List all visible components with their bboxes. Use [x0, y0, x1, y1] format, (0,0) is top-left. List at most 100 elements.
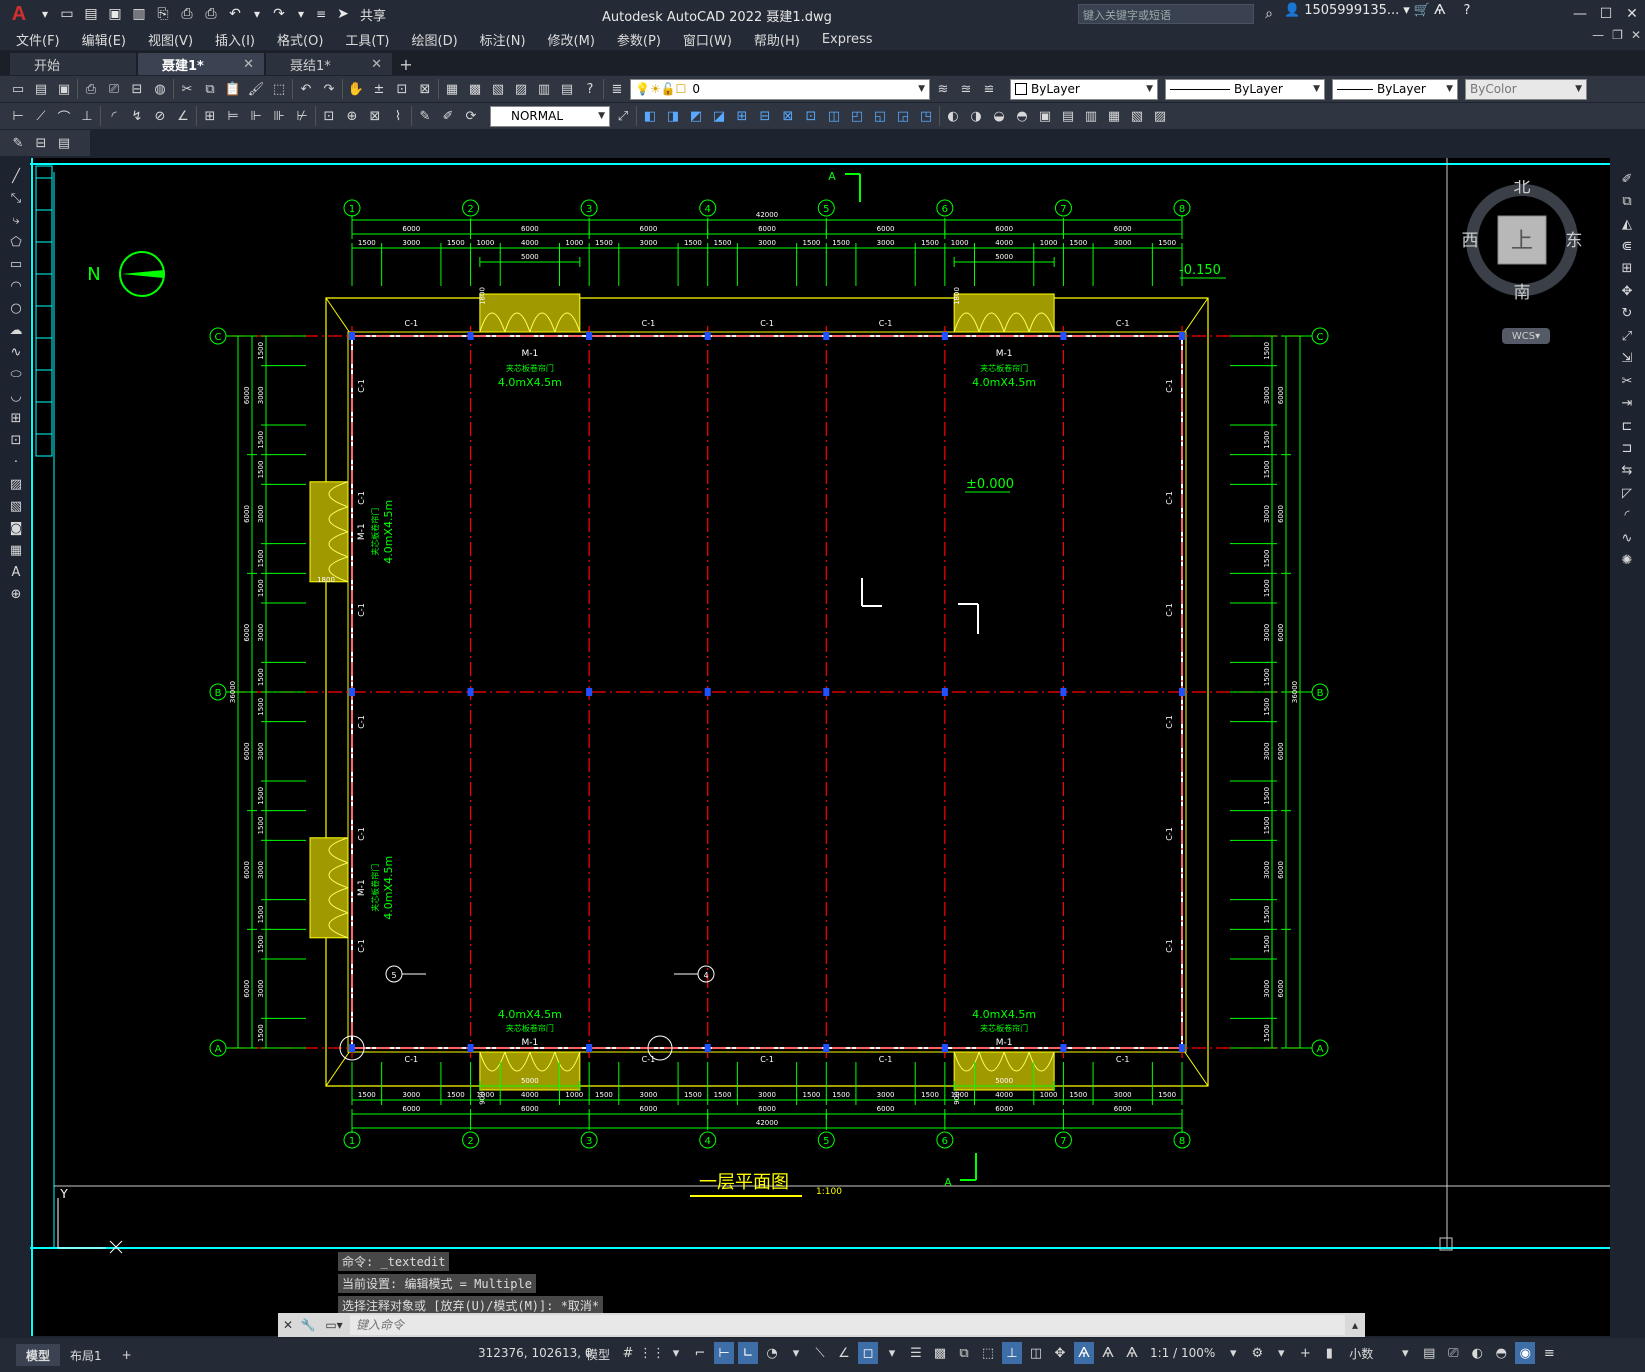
dim-linear-icon[interactable]: ⊢	[8, 106, 28, 126]
pline-icon[interactable]: ⤷	[6, 210, 26, 230]
doc-minimize-icon[interactable]: —	[1592, 28, 1604, 42]
drawing-canvas[interactable]: M-1 夹芯板卷帘门 4.0mX4.5m 4.0mX4.5m 夹芯板卷帘门 M-1 M-1 夹…	[30, 158, 1610, 1336]
layer-properties-icon[interactable]: ≣	[607, 79, 627, 99]
tool-f-icon[interactable]: ⊟	[755, 106, 775, 126]
workspace-dropdown-icon[interactable]: ▾	[1271, 1342, 1291, 1364]
block-editor-icon[interactable]: ⬚	[269, 79, 289, 99]
tool-r-icon[interactable]: ▣	[1035, 106, 1055, 126]
redo-tb-icon[interactable]: ↷	[319, 79, 339, 99]
calculator-icon[interactable]: ▤	[557, 79, 577, 99]
undo-tb-icon[interactable]: ↶	[296, 79, 316, 99]
tool-v-icon[interactable]: ▧	[1127, 106, 1147, 126]
tool-s-icon[interactable]: ▤	[1058, 106, 1078, 126]
erase-icon[interactable]: ✐	[1617, 170, 1637, 188]
ellipse-icon[interactable]: ⬭	[6, 364, 26, 384]
tool-q-icon[interactable]: ◓	[1012, 106, 1032, 126]
circle-icon[interactable]: ○	[6, 298, 26, 318]
attr-manager-icon[interactable]: ▤	[54, 133, 74, 153]
copy-icon[interactable]: ⧉	[200, 79, 220, 99]
undo-icon[interactable]: ↶	[224, 3, 246, 25]
tool-j-icon[interactable]: ◰	[847, 106, 867, 126]
new-icon[interactable]: ▭	[56, 3, 78, 25]
point-icon[interactable]: ·	[6, 452, 26, 472]
share-icon[interactable]: ➤	[332, 3, 354, 25]
tool-a-icon[interactable]: ◧	[640, 106, 660, 126]
customize-status-icon[interactable]: ≡	[1539, 1342, 1559, 1364]
layer-previous-icon[interactable]: ≊	[956, 79, 976, 99]
layer-states-icon[interactable]: ≌	[979, 79, 999, 99]
xline-icon[interactable]: ⤡	[6, 188, 26, 208]
tool-d-icon[interactable]: ◪	[709, 106, 729, 126]
isodraft-icon[interactable]: ⟍	[810, 1342, 830, 1364]
array-icon[interactable]: ⊞	[1617, 260, 1637, 278]
tool-e-icon[interactable]: ⊞	[732, 106, 752, 126]
osnap-icon[interactable]: ◻	[858, 1342, 878, 1364]
insert-block-icon[interactable]: ⊞	[6, 408, 26, 428]
selection-cycle-icon[interactable]: ⧉	[954, 1342, 974, 1364]
clean-screen-icon[interactable]: ◉	[1515, 1342, 1536, 1364]
app-menu-chevron-icon[interactable]: ▾	[36, 3, 54, 25]
redo-dropdown-icon[interactable]: ▾	[292, 3, 310, 25]
line-icon[interactable]: ╱	[6, 166, 26, 186]
tool-u-icon[interactable]: ▦	[1104, 106, 1124, 126]
tool-m-icon[interactable]: ◳	[916, 106, 936, 126]
command-input[interactable]	[350, 1315, 1345, 1335]
make-block-icon[interactable]: ⊡	[6, 430, 26, 450]
trim-icon[interactable]: ✂	[1617, 372, 1637, 390]
zoom-window-icon[interactable]: ⊡	[392, 79, 412, 99]
revcloud-icon[interactable]: ☁	[6, 320, 26, 340]
cut-icon[interactable]: ✂	[177, 79, 197, 99]
save-as-icon[interactable]: ▥	[128, 3, 150, 25]
explode-icon[interactable]: ✺	[1617, 551, 1637, 569]
cmd-recent-icon[interactable]: ▭▾	[318, 1318, 350, 1332]
match-prop-icon[interactable]: 🖌	[246, 79, 266, 99]
add-layout-icon[interactable]: +	[112, 1344, 142, 1366]
chamfer-icon[interactable]: ◸	[1617, 484, 1637, 502]
edit-attr-icon[interactable]: ✎	[8, 133, 28, 153]
menu-item-6[interactable]: 绘图(D)	[412, 30, 458, 49]
maximize-icon[interactable]: ☐	[1593, 0, 1619, 28]
minimize-icon[interactable]: —	[1567, 0, 1593, 28]
otrack-icon[interactable]: ∠	[834, 1342, 854, 1364]
spline-icon[interactable]: ∿	[6, 342, 26, 362]
dim-aligned-icon[interactable]: ⟋	[31, 106, 51, 126]
units-icon[interactable]: ▮	[1319, 1342, 1339, 1364]
color-dropdown[interactable]: ByLayer ▼	[1010, 78, 1158, 100]
dim-update-icon[interactable]: ⟳	[461, 106, 481, 126]
redo-icon[interactable]: ↷	[268, 3, 290, 25]
help-icon[interactable]: ?	[1463, 3, 1470, 18]
3dosnap-icon[interactable]: ⬚	[978, 1342, 998, 1364]
dim-continue-icon[interactable]: ⊩	[246, 106, 266, 126]
annotation-visibility-icon[interactable]: Ѧ	[1074, 1342, 1094, 1364]
dim-break-icon[interactable]: ⊬	[292, 106, 312, 126]
file-tab-2[interactable]: 聂结1* ✕	[266, 53, 392, 75]
tool-k-icon[interactable]: ◱	[870, 106, 890, 126]
gizmo-icon[interactable]: ✥	[1050, 1342, 1070, 1364]
inspect-icon[interactable]: ⊠	[365, 106, 385, 126]
hatch-icon[interactable]: ▨	[6, 474, 26, 494]
snap-dropdown-icon[interactable]: ▾	[666, 1342, 686, 1364]
menu-item-11[interactable]: 帮助(H)	[754, 30, 800, 49]
tool-g-icon[interactable]: ⊠	[778, 106, 798, 126]
viewcube-east[interactable]: 东	[1566, 231, 1583, 251]
linetype-dropdown[interactable]: ByLayer ▼	[1165, 78, 1325, 100]
move-icon[interactable]: ✥	[1617, 282, 1637, 300]
menu-item-7[interactable]: 标注(N)	[480, 30, 526, 49]
tool-i-icon[interactable]: ◫	[824, 106, 844, 126]
menu-item-12[interactable]: Express	[822, 32, 873, 47]
dim-text-edit-icon[interactable]: ✐	[438, 106, 458, 126]
ellipse-arc-icon[interactable]: ◡	[6, 386, 26, 406]
grid-icon[interactable]: #	[618, 1342, 638, 1364]
polar-dropdown-icon[interactable]: ▾	[786, 1342, 806, 1364]
tab-close-icon[interactable]: ✕	[243, 57, 254, 72]
plotstyle-dropdown[interactable]: ByColor ▼	[1465, 78, 1587, 100]
dim-radius-icon[interactable]: ◜	[104, 106, 124, 126]
properties-icon[interactable]: ▦	[442, 79, 462, 99]
scale-dropdown-icon[interactable]: ▾	[1223, 1342, 1243, 1364]
mtext-icon[interactable]: A	[6, 562, 26, 582]
extend-icon[interactable]: ⇥	[1617, 394, 1637, 412]
osnap-dropdown-icon[interactable]: ▾	[882, 1342, 902, 1364]
wcs-menu[interactable]: WCS ▾	[1502, 328, 1550, 344]
open-icon[interactable]: ▤	[80, 3, 102, 25]
open-file-icon[interactable]: ▤	[31, 79, 51, 99]
